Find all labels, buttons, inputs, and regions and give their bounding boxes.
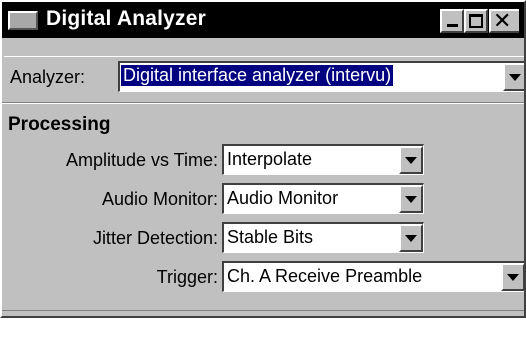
trigger-dropdown-button[interactable]: [501, 263, 524, 291]
chevron-down-icon: [507, 274, 519, 281]
bottom-divider: [2, 310, 524, 311]
audio-monitor-value: Audio Monitor: [227, 188, 339, 208]
chevron-down-icon: [405, 157, 417, 164]
title-bar[interactable]: Digital Analyzer ✕: [2, 2, 524, 38]
minimize-icon: [447, 24, 458, 27]
chevron-down-icon: [405, 235, 417, 242]
maximize-button[interactable]: [464, 9, 488, 33]
amplitude-vs-time-dropdown-button[interactable]: [399, 146, 423, 174]
amplitude-vs-time-value: Interpolate: [227, 149, 313, 169]
jitter-detection-value: Stable Bits: [227, 227, 314, 247]
analyzer-select-value: Digital interface analyzer (intervu): [121, 65, 394, 86]
minimize-button[interactable]: [440, 9, 464, 33]
jitter-detection-select[interactable]: Stable Bits: [222, 222, 424, 253]
close-button[interactable]: ✕: [489, 9, 519, 33]
analyzer-label: Analyzer:: [10, 67, 86, 87]
trigger-value: Ch. A Receive Preamble: [227, 266, 423, 286]
jitter-detection-dropdown-button[interactable]: [399, 224, 423, 252]
window-title: Digital Analyzer: [46, 7, 206, 30]
audio-monitor-dropdown-button[interactable]: [399, 185, 423, 213]
window-icon[interactable]: [8, 11, 38, 30]
audio-monitor-select[interactable]: Audio Monitor: [222, 183, 424, 214]
amplitude-vs-time-select[interactable]: Interpolate: [222, 144, 424, 175]
section-divider: [2, 102, 524, 104]
audio-monitor-label: Audio Monitor:: [101, 189, 218, 209]
jitter-detection-label: Jitter Detection:: [92, 228, 218, 248]
close-icon: ✕: [493, 8, 512, 33]
analyzer-dropdown-button[interactable]: [503, 63, 524, 91]
amplitude-vs-time-label: Amplitude vs Time:: [65, 150, 218, 170]
processing-section-title: Processing: [8, 114, 111, 135]
chevron-down-icon: [509, 74, 521, 81]
analyzer-select[interactable]: Digital interface analyzer (intervu): [118, 61, 524, 92]
maximize-icon: [469, 14, 483, 28]
digital-analyzer-window: Digital Analyzer ✕ Analyzer: Digital int…: [0, 0, 526, 318]
trigger-label: Trigger:: [156, 267, 218, 287]
trigger-select[interactable]: Ch. A Receive Preamble: [222, 261, 524, 292]
chevron-down-icon: [405, 196, 417, 203]
analyzer-bar: Analyzer: Digital interface analyzer (in…: [4, 56, 524, 99]
